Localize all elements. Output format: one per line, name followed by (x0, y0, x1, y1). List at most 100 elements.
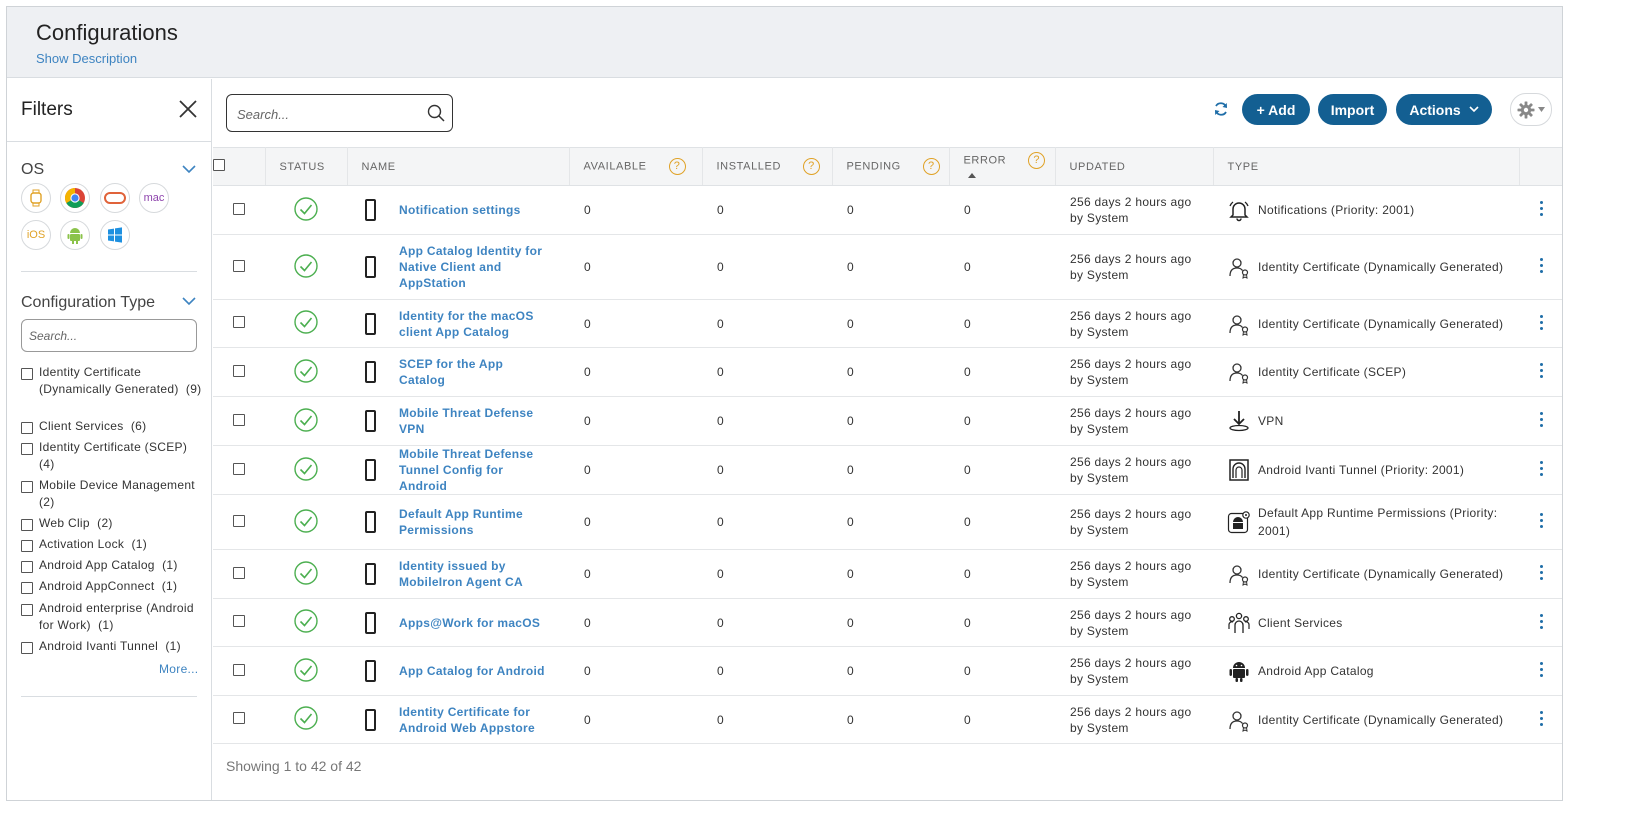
config-name-link[interactable]: App Catalog Identity for Native Client a… (399, 243, 549, 291)
table-row[interactable]: App Catalog for Android 0 0 0 0 256 days… (213, 646, 1562, 696)
more-link[interactable]: More... (159, 662, 198, 676)
row-checkbox[interactable] (233, 413, 245, 426)
config-name-link[interactable]: Identity Certificate for Android Web App… (399, 704, 549, 736)
close-icon[interactable] (177, 98, 199, 120)
row-checkbox[interactable] (233, 364, 245, 377)
column-header-available[interactable]: AVAILABLE? (569, 147, 703, 186)
table-row[interactable]: Apps@Work for macOS 0 0 0 0 256 days 2 h… (213, 598, 1562, 647)
windows-icon[interactable] (100, 220, 130, 250)
row-checkbox[interactable] (233, 462, 245, 475)
chrome-icon[interactable] (60, 183, 90, 213)
app-frame: Configurations Show Description Filters … (6, 6, 1563, 801)
row-checkbox[interactable] (233, 663, 245, 676)
table-row[interactable]: SCEP for the App Catalog 0 0 0 0 256 day… (213, 347, 1562, 397)
checkbox[interactable] (21, 604, 33, 616)
more-options-icon[interactable] (1539, 312, 1544, 333)
search-input[interactable] (237, 104, 417, 124)
add-button[interactable]: + Add (1242, 94, 1310, 125)
filter-item[interactable]: Android AppConnect (1) (21, 578, 203, 595)
filter-item[interactable]: Identity Certificate (Dynamically Genera… (21, 364, 203, 398)
config-name-link[interactable]: Identity issued by MobileIron Agent CA (399, 558, 549, 590)
table-row[interactable]: Identity for the macOS client App Catalo… (213, 299, 1562, 348)
column-header-installed[interactable]: INSTALLED? (702, 147, 833, 186)
row-checkbox[interactable] (233, 615, 245, 627)
filter-item[interactable]: Android enterprise (Android for Work) (1… (21, 600, 203, 634)
checkbox[interactable] (21, 422, 33, 434)
row-checkbox[interactable] (233, 202, 245, 215)
checkbox[interactable] (21, 540, 33, 552)
more-options-icon[interactable] (1539, 708, 1544, 729)
config-name-link[interactable]: Apps@Work for macOS (399, 615, 540, 631)
checkbox[interactable] (21, 443, 33, 455)
help-icon[interactable]: ? (668, 158, 686, 175)
table-row[interactable]: Mobile Threat Defense VPN 0 0 0 0 256 da… (213, 396, 1562, 446)
more-options-icon[interactable] (1539, 198, 1544, 219)
table-row[interactable]: Mobile Threat Defense Tunnel Config for … (213, 445, 1562, 495)
config-name-link[interactable]: Identity for the macOS client App Catalo… (399, 308, 549, 340)
config-name-link[interactable]: App Catalog for Android (399, 663, 545, 679)
import-button[interactable]: Import (1318, 94, 1387, 125)
filter-item[interactable]: Client Services (6) (21, 418, 203, 435)
mac-icon[interactable]: mac (139, 183, 169, 213)
table-row[interactable]: App Catalog Identity for Native Client a… (213, 234, 1562, 300)
row-checkbox[interactable] (233, 712, 245, 724)
column-header-updated[interactable]: UPDATED (1055, 147, 1214, 186)
config-type-search-input[interactable] (21, 319, 197, 352)
checkbox[interactable] (21, 519, 33, 531)
more-options-icon[interactable] (1539, 659, 1544, 680)
more-options-icon[interactable] (1539, 510, 1544, 531)
filter-item[interactable]: Web Clip (2) (21, 515, 203, 532)
more-options-icon[interactable] (1539, 562, 1544, 583)
column-header-type[interactable]: TYPE (1213, 147, 1520, 186)
select-all-checkbox[interactable] (213, 159, 225, 171)
config-name-link[interactable]: Mobile Threat Defense VPN (399, 405, 549, 437)
column-header-error[interactable]: ERROR? (949, 147, 1056, 186)
filter-item[interactable]: Android Ivanti Tunnel (1) (21, 638, 203, 655)
filter-item[interactable]: Activation Lock (1) (21, 536, 203, 553)
column-header-name[interactable]: NAME (347, 147, 570, 186)
search-icon[interactable] (427, 104, 445, 122)
help-icon[interactable]: ? (1028, 152, 1046, 169)
settings-button[interactable] (1510, 93, 1552, 126)
checkbox[interactable] (21, 642, 33, 654)
checkbox[interactable] (21, 368, 33, 380)
config-name-link[interactable]: Mobile Threat Defense Tunnel Config for … (399, 446, 549, 494)
checkbox[interactable] (21, 481, 33, 493)
table-row[interactable]: Notification settings 0 0 0 0 256 days 2… (213, 185, 1562, 235)
row-checkbox[interactable] (233, 259, 245, 272)
row-checkbox[interactable] (233, 316, 245, 328)
table-row[interactable]: Identity issued by MobileIron Agent CA 0… (213, 549, 1562, 599)
more-options-icon[interactable] (1539, 611, 1544, 632)
help-icon[interactable]: ? (922, 158, 940, 175)
ios-icon[interactable]: iOS (21, 220, 51, 250)
more-options-icon[interactable] (1539, 360, 1544, 381)
row-checkbox[interactable] (233, 514, 245, 527)
watch-os-icon[interactable] (21, 183, 51, 213)
row-checkbox[interactable] (233, 566, 245, 579)
checkbox[interactable] (21, 582, 33, 594)
column-header-pending[interactable]: PENDING? (832, 147, 950, 186)
config-name-link[interactable]: SCEP for the App Catalog (399, 356, 549, 388)
installed-cell: 0 (702, 695, 832, 744)
filter-item[interactable]: Mobile Device Management (2) (21, 477, 203, 511)
checkbox[interactable] (21, 561, 33, 573)
help-icon[interactable]: ? (803, 158, 820, 175)
android-icon[interactable] (60, 220, 90, 250)
table-row[interactable]: Identity Certificate for Android Web App… (213, 695, 1562, 744)
more-options-icon[interactable] (1539, 409, 1544, 430)
more-options-icon[interactable] (1539, 255, 1544, 276)
filter-item[interactable]: Android App Catalog (1) (21, 557, 203, 574)
vision-os-icon[interactable] (100, 183, 130, 213)
actions-button[interactable]: Actions (1396, 94, 1492, 125)
chevron-down-icon[interactable] (181, 163, 197, 175)
config-name-link[interactable]: Notification settings (399, 202, 521, 218)
more-options-icon[interactable] (1539, 458, 1544, 479)
filter-item[interactable]: Identity Certificate (SCEP) (4) (21, 439, 203, 473)
chevron-down-icon[interactable] (181, 295, 197, 307)
config-name-link[interactable]: Default App Runtime Permissions (399, 506, 549, 538)
column-header-status[interactable]: STATUS (265, 147, 348, 186)
refresh-icon[interactable] (1213, 101, 1229, 117)
status-cell (265, 494, 347, 550)
show-description-link[interactable]: Show Description (36, 51, 137, 66)
table-row[interactable]: Default App Runtime Permissions 0 0 0 0 … (213, 494, 1562, 550)
